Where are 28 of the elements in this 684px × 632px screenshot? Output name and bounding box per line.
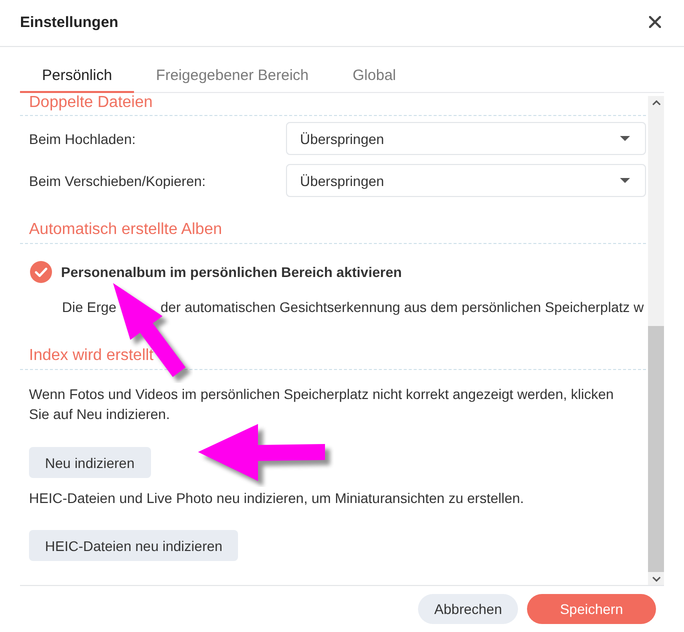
- description-text: der automatischen Gesichtserkennung aus dem persönlichen Speicherplatz w: [160, 298, 644, 316]
- action-button[interactable]: Neu indizieren: [29, 447, 150, 478]
- close-button[interactable]: [649, 16, 661, 28]
- checkbox[interactable]: [30, 261, 52, 283]
- scroll-down-icon[interactable]: [652, 576, 660, 582]
- scrollbar-thumb[interactable]: [648, 326, 664, 572]
- caret-icon: [620, 136, 630, 141]
- action-button[interactable]: HEIC-Dateien neu indizieren: [29, 530, 238, 561]
- tab[interactable]: Freigegebener Bereich: [134, 67, 331, 93]
- info-text: Wenn Fotos und Videos im persönlichen Speicherplatz nicht korrekt angezeigt werden, klicken Sie auf Neu indizieren.: [29, 385, 615, 424]
- caret-icon: [620, 178, 630, 183]
- cancel-button[interactable]: Abbrechen: [418, 594, 518, 624]
- field-label: Beim Verschieben/Kopieren:: [29, 172, 207, 188]
- close-icon: [649, 16, 661, 28]
- description-text: Die Erge: [62, 298, 116, 316]
- scrollbar-track[interactable]: [648, 96, 664, 585]
- dialog-title: Einstellungen: [20, 14, 118, 30]
- section-heading: Index wird erstellt: [29, 347, 154, 364]
- tab[interactable]: Global: [330, 67, 418, 93]
- info-text: HEIC-Dateien und Live Photo neu indizieren, um Miniaturansichten zu erstellen.: [29, 489, 524, 508]
- field-label: Beim Hochladen:: [29, 130, 137, 146]
- dropdown[interactable]: Überspringen: [286, 122, 646, 155]
- dropdown[interactable]: Überspringen: [286, 164, 646, 197]
- section-heading: Automatisch erstellte Alben: [29, 221, 222, 238]
- section-heading: Doppelte Dateien: [29, 94, 153, 111]
- tab[interactable]: Persönlich: [20, 67, 134, 93]
- checkbox-label: Personenalbum im persönlichen Bereich aktivieren: [61, 264, 402, 280]
- scroll-up-icon[interactable]: [652, 100, 660, 106]
